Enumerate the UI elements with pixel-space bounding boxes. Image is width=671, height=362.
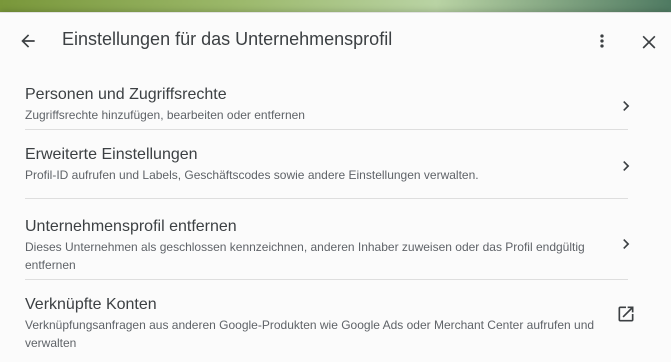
settings-item-linked-accounts[interactable]: Verknüpfte Konten Verknüpfungsanfragen a… [25,280,628,362]
settings-item-title: Personen und Zugriffsrechte [25,85,628,105]
page-title: Einstellungen für das Unternehmensprofil [62,29,392,50]
settings-item-title: Unternehmensprofil entfernen [25,217,628,237]
settings-item-advanced[interactable]: Erweiterte Einstellungen Profil-ID aufru… [25,130,628,199]
settings-list: Personen und Zugriffsrechte Zugriffsrech… [0,70,671,362]
chevron-right-icon[interactable] [616,156,636,176]
arrow-back-icon[interactable] [18,31,38,51]
settings-item-description: Zugriffsrechte hinzufügen, bearbeiten od… [25,106,610,124]
settings-item-remove-profile[interactable]: Unternehmensprofil entfernen Dieses Unte… [25,199,628,280]
settings-panel: Einstellungen für das Unternehmensprofil… [0,12,671,362]
chevron-right-icon[interactable] [616,234,636,254]
settings-item-people-access[interactable]: Personen und Zugriffsrechte Zugriffsrech… [25,70,628,130]
more-vert-icon[interactable] [592,31,612,51]
open-in-new-icon[interactable] [616,304,636,324]
close-icon[interactable] [639,31,659,51]
settings-item-description: Profil-ID aufrufen und Labels, Geschäfts… [25,166,610,184]
panel-header: Einstellungen für das Unternehmensprofil [0,13,671,70]
settings-item-title: Erweiterte Einstellungen [25,145,628,165]
chevron-right-icon[interactable] [616,96,636,116]
settings-item-description: Dieses Unternehmen als geschlossen kennz… [25,238,610,274]
settings-item-description: Verknüpfungsanfragen aus anderen Google-… [25,316,610,352]
settings-item-title: Verknüpfte Konten [25,295,628,315]
